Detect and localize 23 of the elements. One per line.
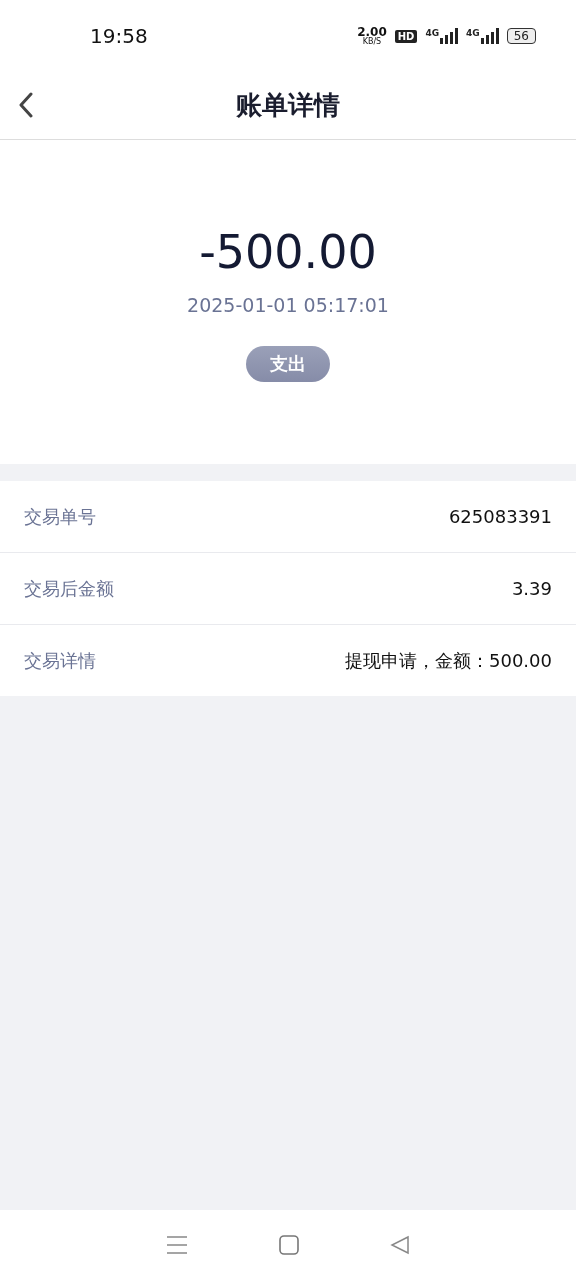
detail-value: 3.39 [511, 578, 552, 599]
type-tag: 支出 [246, 346, 330, 382]
transaction-time: 2025-01-01 05:17:01 [187, 294, 389, 316]
signal-icon [480, 28, 499, 44]
menu-icon[interactable] [165, 1235, 188, 1255]
home-icon[interactable] [279, 1235, 299, 1255]
signal-icon [440, 28, 459, 44]
amount: -500.00 [199, 224, 377, 280]
network-speed: 2.00 [357, 26, 387, 38]
speed-unit: KB/S [362, 38, 382, 46]
back-icon[interactable] [18, 92, 34, 118]
status-time: 19:58 [90, 24, 148, 48]
battery-indicator: 56 [506, 28, 536, 44]
detail-label: 交易后金额 [24, 576, 114, 601]
network-type: 4G [466, 28, 480, 38]
network-type: 4G [425, 28, 440, 38]
back-nav-icon[interactable] [390, 1235, 411, 1255]
page-title: 账单详情 [236, 89, 340, 122]
detail-value: 提现申请，金额：500.00 [345, 648, 552, 673]
detail-label: 交易详情 [24, 648, 96, 673]
detail-value: 625083391 [448, 506, 552, 527]
hd-badge: HD [394, 29, 418, 43]
detail-label: 交易单号 [24, 504, 96, 529]
